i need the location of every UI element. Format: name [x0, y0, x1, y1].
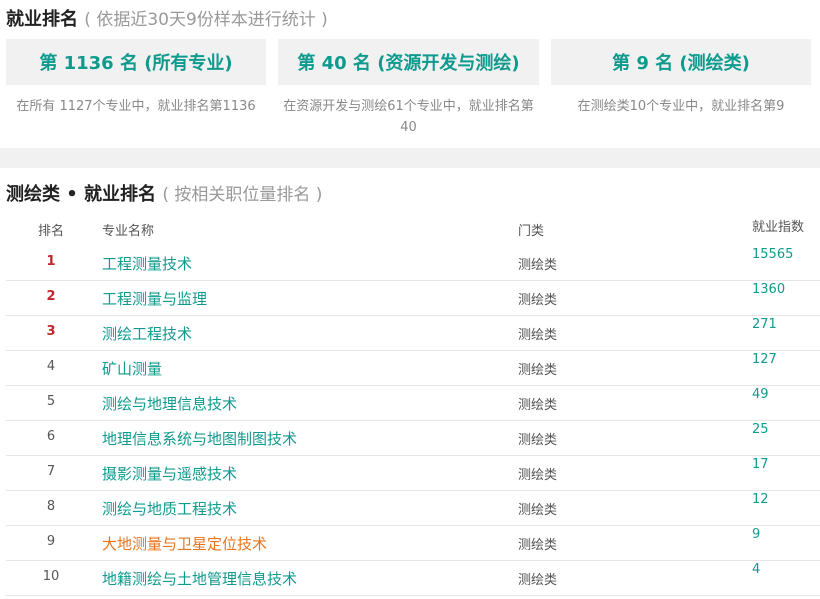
category-title-text: 测绘类 • 就业排名: [6, 184, 157, 205]
table-row: 9 大地测量与卫星定位技术 测绘类 9: [6, 525, 820, 561]
table-row: 1 工程测量技术 测绘类 15565: [6, 245, 820, 281]
major-name-link[interactable]: 测绘与地质工程技术: [102, 498, 237, 519]
rank-number: 8: [46, 499, 56, 514]
major-category: 测绘类: [518, 468, 558, 483]
table-row: 5 测绘与地理信息技术 测绘类 49: [6, 385, 820, 421]
major-category: 测绘类: [518, 363, 558, 378]
major-name-link[interactable]: 测绘工程技术: [102, 323, 192, 344]
employment-index: 12: [752, 492, 769, 507]
employment-index: 17: [752, 457, 769, 472]
major-name-link[interactable]: 地籍测绘与土地管理信息技术: [102, 568, 297, 589]
employment-index: 4: [752, 562, 761, 577]
category-subtitle: ( 按相关职位量排名 ): [162, 185, 323, 205]
rank-number: 10: [42, 569, 60, 584]
employment-index: 49: [752, 387, 769, 402]
rank-number: 6: [46, 429, 56, 444]
major-name-link[interactable]: 大地测量与卫星定位技术: [102, 533, 267, 554]
major-category: 测绘类: [518, 328, 558, 343]
header-name: 专业名称: [102, 224, 155, 239]
rank-card-all-desc: 在所有 1127个专业中，就业排名第1136: [16, 99, 256, 114]
rank-number: 9: [46, 534, 56, 549]
major-category: 测绘类: [518, 433, 558, 448]
table-row: 2 工程测量与监理 测绘类 1360: [6, 280, 820, 316]
rank-number: 7: [46, 464, 56, 479]
rank-card-group: 第 40 名 (资源开发与测绘): [278, 39, 539, 85]
employment-title-text: 就业排名: [6, 9, 78, 30]
rank-card-category: 第 9 名 (测绘类): [551, 39, 811, 85]
major-category: 测绘类: [518, 503, 558, 518]
employment-index: 1360: [752, 282, 786, 297]
header-index: 就业指数: [752, 220, 805, 235]
table-row: 4 矿山测量 测绘类 127: [6, 350, 820, 386]
employment-index: 127: [752, 352, 777, 367]
header-rank: 排名: [37, 224, 64, 239]
rank-card-group-label: 第 40 名 (资源开发与测绘): [297, 53, 520, 74]
employment-index: 25: [752, 422, 769, 437]
major-name-link[interactable]: 地理信息系统与地图制图技术: [102, 428, 297, 449]
rank-card-all-label: 第 1136 名 (所有专业): [39, 53, 233, 74]
major-category: 测绘类: [518, 293, 558, 308]
major-name-link[interactable]: 工程测量与监理: [102, 288, 207, 309]
section-divider: [0, 148, 820, 168]
table-row: 6 地理信息系统与地图制图技术 测绘类 25: [6, 420, 820, 456]
rank-number: 1: [46, 254, 56, 269]
employment-subtitle: ( 依据近30天9份样本进行统计 ): [84, 10, 328, 30]
employment-index: 271: [752, 317, 777, 332]
table-row: 8 测绘与地质工程技术 测绘类 12: [6, 490, 820, 526]
major-category: 测绘类: [518, 398, 558, 413]
employment-ranking-title: 就业排名 ( 依据近30天9份样本进行统计 ): [6, 5, 328, 31]
rank-card-all: 第 1136 名 (所有专业): [6, 39, 266, 85]
major-category: 测绘类: [518, 573, 558, 588]
major-category: 测绘类: [518, 538, 558, 553]
rank-number: 5: [46, 394, 56, 409]
rank-number: 2: [46, 289, 56, 304]
employment-index: 9: [752, 527, 761, 542]
table-row: 7 摄影测量与遥感技术 测绘类 17: [6, 455, 820, 491]
major-category: 测绘类: [518, 258, 558, 273]
header-category: 门类: [518, 224, 545, 239]
rank-number: 3: [46, 324, 56, 339]
rank-card-group-desc: 在资源开发与测绘61个专业中，就业排名第40: [283, 99, 534, 135]
rank-number: 4: [46, 359, 56, 374]
rank-card-category-desc: 在测绘类10个专业中，就业排名第9: [577, 99, 785, 114]
major-name-link[interactable]: 摄影测量与遥感技术: [102, 463, 237, 484]
table-row: 10 地籍测绘与土地管理信息技术 测绘类 4: [6, 560, 820, 596]
major-name-link[interactable]: 矿山测量: [102, 358, 162, 379]
category-ranking-title: 测绘类 • 就业排名 ( 按相关职位量排名 ): [6, 180, 322, 206]
major-name-link[interactable]: 测绘与地理信息技术: [102, 393, 237, 414]
table-row: 3 测绘工程技术 测绘类 271: [6, 315, 820, 351]
major-name-link[interactable]: 工程测量技术: [102, 253, 192, 274]
rank-card-category-label: 第 9 名 (测绘类): [612, 53, 750, 74]
employment-index: 15565: [752, 247, 794, 262]
